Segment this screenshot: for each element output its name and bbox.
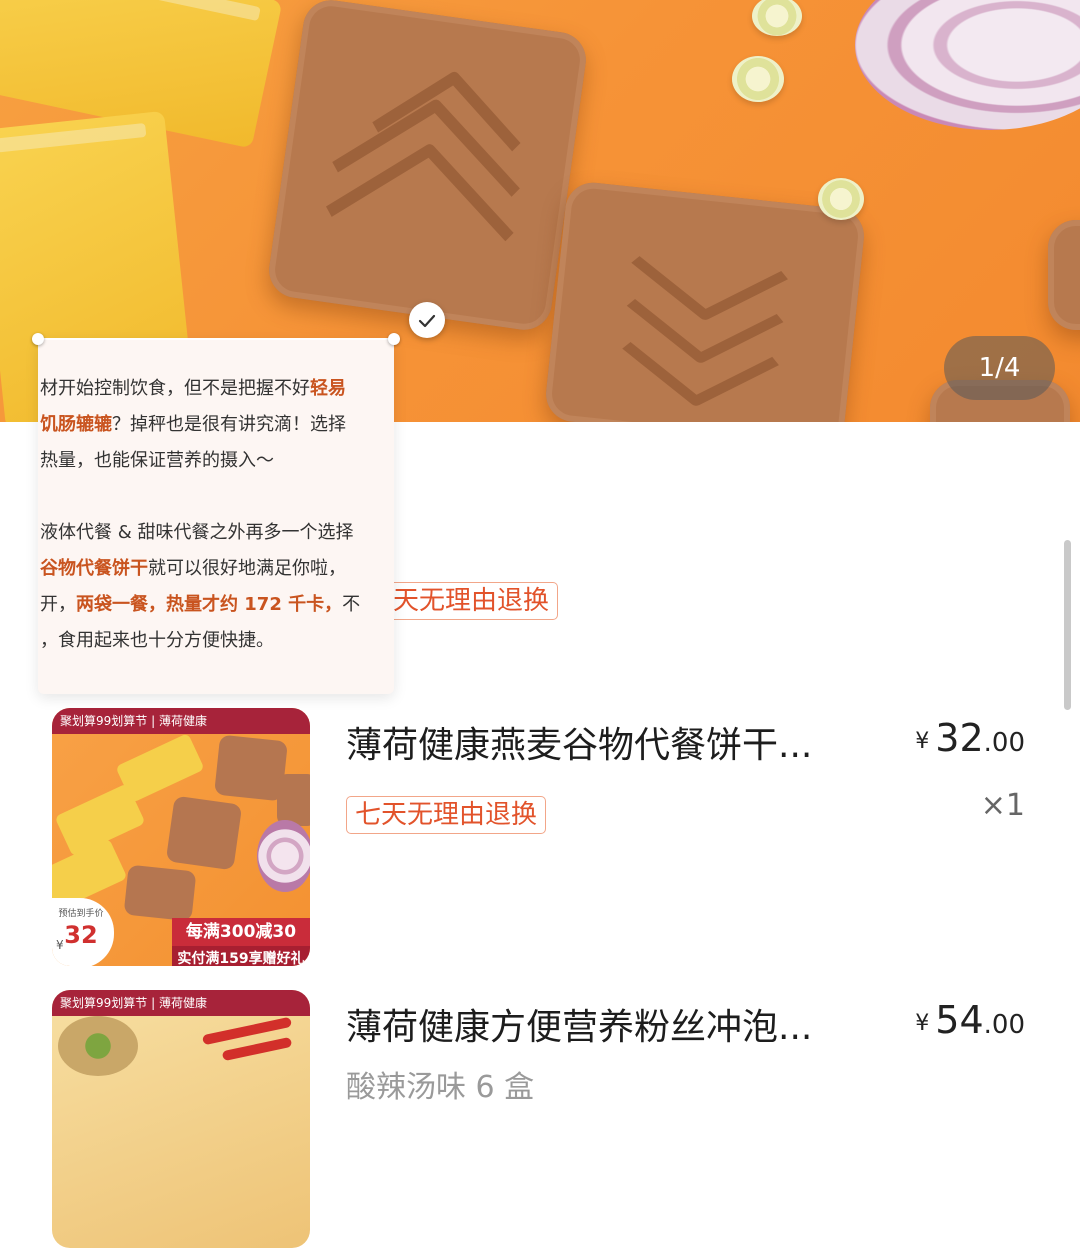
onion-image bbox=[855, 0, 1080, 130]
price-integer: 32 bbox=[935, 716, 984, 760]
text-selection-popup[interactable]: 材开始控制饮食，但不是把握不好轻易 饥肠辘辘？掉秤也是很有讲究滴！选择 热量，也… bbox=[38, 338, 394, 694]
product-title[interactable]: 薄荷健康方便营养粉丝冲泡... bbox=[346, 998, 886, 1050]
return-policy-tag: 七天无理由退换 bbox=[346, 796, 547, 834]
price-decimal: .00 bbox=[983, 1010, 1025, 1040]
currency-symbol: ¥ bbox=[915, 729, 930, 754]
onion-image bbox=[257, 820, 310, 892]
selection-handle-left[interactable] bbox=[32, 333, 44, 345]
thumbnail-header: 聚划算99划算节 | 薄荷健康 bbox=[52, 990, 310, 1016]
currency-symbol: ¥ bbox=[915, 1011, 930, 1036]
popup-text-line: 开，两袋一餐，热量才约 172 千卡，不 bbox=[40, 594, 361, 615]
popup-text-line: 液体代餐 & 甜味代餐之外再多一个选择 bbox=[40, 522, 354, 543]
selection-bar bbox=[38, 338, 394, 340]
product-title[interactable]: 薄荷健康燕麦谷物代餐饼干... bbox=[346, 716, 886, 768]
popup-text-line: 谷物代餐饼干就可以很好地满足你啦， bbox=[40, 558, 346, 579]
scrollbar[interactable] bbox=[1064, 540, 1071, 710]
product-variant: 酸辣汤味 6 盒 bbox=[346, 1070, 535, 1105]
product-price: ¥32.00 bbox=[915, 716, 1025, 760]
return-policy-tag: 天无理由退换 bbox=[385, 582, 559, 620]
lemongrass-slice bbox=[818, 178, 864, 220]
biscuit-image bbox=[265, 0, 590, 334]
product-thumbnail[interactable]: 聚划算99划算节 | 薄荷健康 每满300减30 实付满159享赠好礼 预估到手… bbox=[52, 708, 310, 966]
popup-text-line: 热量，也能保证营养的摄入～ bbox=[40, 450, 274, 471]
product-price: ¥54.00 bbox=[915, 998, 1025, 1042]
promo-banner: 每满300减30 bbox=[172, 918, 310, 946]
estimated-price-badge: 预估到手价 ¥ 32 bbox=[52, 898, 114, 966]
product-quantity: ×1 bbox=[980, 788, 1025, 823]
badge-currency: ¥ bbox=[56, 938, 64, 952]
chili-image bbox=[221, 1036, 293, 1062]
popup-text-line: 饥肠辘辘？掉秤也是很有讲究滴！选择 bbox=[40, 414, 346, 435]
price-decimal: .00 bbox=[983, 728, 1025, 758]
popup-text-line: ，食用起来也十分方便快捷。 bbox=[40, 630, 274, 651]
selection-handle-right[interactable] bbox=[388, 333, 400, 345]
check-icon[interactable] bbox=[409, 302, 445, 338]
image-counter: 1/4 bbox=[944, 336, 1055, 400]
biscuit-image bbox=[543, 179, 867, 422]
price-integer: 54 bbox=[935, 998, 984, 1042]
lemongrass-slice bbox=[752, 0, 802, 36]
thumbnail-header: 聚划算99划算节 | 薄荷健康 bbox=[52, 708, 310, 734]
badge-label: 预估到手价 bbox=[58, 909, 104, 919]
product-thumbnail[interactable]: 聚划算99划算节 | 薄荷健康 bbox=[52, 990, 310, 1248]
popup-text-line: 材开始控制饮食，但不是把握不好轻易 bbox=[40, 378, 346, 399]
biscuit-image bbox=[277, 774, 310, 826]
biscuit-image bbox=[165, 795, 243, 871]
biscuit-image bbox=[123, 864, 197, 922]
lemongrass-slice bbox=[732, 56, 784, 102]
promo-banner: 实付满159享赠好礼 bbox=[172, 946, 310, 966]
pepper-bowl-image bbox=[58, 1016, 138, 1076]
biscuit-image bbox=[1048, 220, 1080, 330]
